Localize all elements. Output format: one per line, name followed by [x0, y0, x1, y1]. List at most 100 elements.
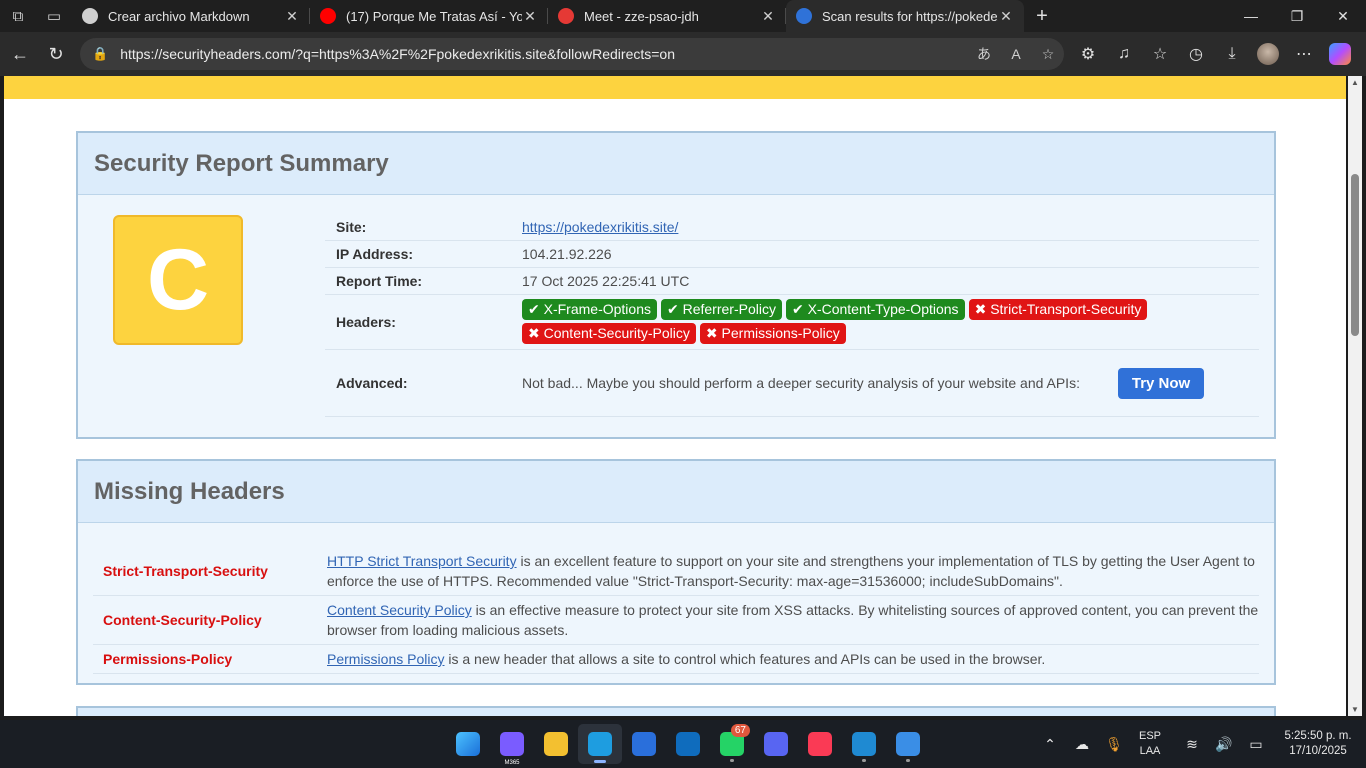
profile-avatar[interactable]: [1257, 43, 1279, 65]
taskbar-whatsapp[interactable]: 67: [710, 724, 754, 764]
cross-icon: ✖: [705, 325, 722, 341]
volume-icon[interactable]: 🔊: [1208, 736, 1240, 753]
taskbar-outlook[interactable]: [666, 724, 710, 764]
tab-strip: ⧉ ▭ Crear archivo Markdown ✕ (17) Porque M…: [0, 0, 1366, 32]
site-info-icon[interactable]: 🔒: [92, 46, 108, 62]
browser-tab[interactable]: Scan results for https://pokedexrikitis.…: [786, 0, 1024, 32]
downloads-icon[interactable]: ⤓: [1214, 36, 1250, 72]
header-doc-link[interactable]: Permissions Policy: [327, 651, 444, 667]
favorites-icon[interactable]: ☆: [1142, 36, 1178, 72]
url-text[interactable]: https://securityheaders.com/?q=https%3A%…: [120, 46, 968, 62]
missing-headers-title: Missing Headers: [78, 461, 1274, 523]
header-present-badge[interactable]: ✔ X-Frame-Options: [522, 299, 657, 320]
scroll-down-icon[interactable]: ▼: [1350, 705, 1360, 714]
next-panel-head: [78, 708, 1274, 716]
tab-title: Crear archivo Markdown: [108, 8, 250, 24]
restore-icon[interactable]: ❐: [1274, 0, 1320, 32]
copilot-icon[interactable]: [1329, 43, 1351, 65]
browser-tab[interactable]: Meet - zze-psao-jdh ✕: [548, 0, 786, 32]
onedrive-icon[interactable]: ☁: [1066, 736, 1098, 753]
workspaces-icon[interactable]: ⧉: [0, 0, 36, 32]
close-window-icon[interactable]: ✕: [1320, 0, 1366, 32]
microphone-icon[interactable]: 🎙: [1098, 736, 1130, 753]
headers-label: Headers:: [336, 314, 396, 330]
header-badge-label: Permissions-Policy: [721, 325, 840, 341]
header-badge-label: X-Frame-Options: [543, 301, 651, 317]
clock-time: 5:25:50 p. m.: [1284, 730, 1352, 742]
header-present-badge[interactable]: ✔ Referrer-Policy: [660, 299, 782, 320]
missing-header-description: Content Security Policy is an effective …: [327, 600, 1259, 640]
address-bar[interactable]: 🔒 https://securityheaders.com/?q=https%3…: [80, 38, 1064, 70]
page-scrollbar[interactable]: ▲ ▼: [1348, 76, 1362, 716]
input-language[interactable]: ESP LAA: [1130, 729, 1170, 759]
site-link[interactable]: https://pokedexrikitis.site/: [522, 219, 678, 235]
history-icon[interactable]: ◷: [1178, 36, 1214, 72]
header-present-badge[interactable]: ✔ X-Content-Type-Options: [785, 299, 965, 320]
youtube-icon: [320, 8, 336, 24]
report-time-value: 17 Oct 2025 22:25:41 UTC: [522, 273, 690, 289]
grade-badge: C: [113, 215, 243, 345]
advanced-label: Advanced:: [336, 375, 408, 391]
wifi-icon[interactable]: ≋: [1176, 736, 1208, 753]
browser-tab[interactable]: Crear archivo Markdown ✕: [72, 0, 310, 32]
header-missing-badge[interactable]: ✖ Permissions-Policy: [699, 323, 846, 344]
start-icon: [456, 732, 480, 756]
ip-value: 104.21.92.226: [522, 246, 612, 262]
minimize-icon[interactable]: —: [1228, 0, 1274, 32]
close-tab-icon[interactable]: ✕: [760, 8, 776, 25]
header-doc-link[interactable]: Content Security Policy: [327, 602, 472, 618]
clock[interactable]: 5:25:50 p. m. 17/10/2025: [1272, 729, 1364, 759]
running-indicator: [730, 759, 734, 762]
browser-tab[interactable]: (17) Porque Me Tratas Así - YouTube✕: [310, 0, 548, 32]
taskbar-edge[interactable]: [578, 724, 622, 764]
meet-icon: [558, 8, 574, 24]
missing-header-row: Strict-Transport-Security HTTP Strict Tra…: [93, 547, 1259, 596]
taskbar-vscode[interactable]: [842, 724, 886, 764]
ip-label: IP Address:: [336, 246, 414, 262]
security-report-summary: Security Report Summary C Site: https://…: [76, 131, 1276, 439]
tab-title: Scan results for https://pokedexrikitis.…: [822, 8, 998, 24]
m365-label: M365: [504, 760, 520, 766]
show-hidden-icons-icon[interactable]: ⌃: [1034, 736, 1066, 753]
close-tab-icon[interactable]: ✕: [522, 8, 538, 25]
clock-date: 17/10/2025: [1289, 745, 1347, 757]
refresh-icon[interactable]: ↻: [38, 36, 74, 72]
media-control-icon[interactable]: ♫: [1106, 36, 1142, 72]
taskbar-file-explorer[interactable]: [534, 724, 578, 764]
scrollbar-thumb[interactable]: [1351, 174, 1359, 336]
close-tab-icon[interactable]: ✕: [284, 8, 300, 25]
lang-top: ESP: [1138, 730, 1161, 742]
header-badge-label: Referrer-Policy: [682, 301, 776, 317]
taskbar-photos[interactable]: [886, 724, 930, 764]
header-badge-label: Strict-Transport-Security: [990, 301, 1142, 317]
taskbar-itunes[interactable]: [798, 724, 842, 764]
back-icon[interactable]: ←: [2, 36, 38, 72]
battery-icon[interactable]: ▭: [1240, 736, 1272, 753]
extensions-icon[interactable]: ⚙: [1070, 36, 1106, 72]
header-doc-link[interactable]: HTTP Strict Transport Security: [327, 553, 517, 569]
favorite-star-icon[interactable]: ☆: [1032, 46, 1064, 63]
taskbar-discord[interactable]: [754, 724, 798, 764]
browser-toolbar: ← ↻ 🔒 https://securityheaders.com/?q=htt…: [0, 32, 1366, 76]
taskbar-start[interactable]: [446, 724, 490, 764]
missing-headers-table: Strict-Transport-Security HTTP Strict Tra…: [93, 547, 1259, 674]
scroll-up-icon[interactable]: ▲: [1350, 78, 1360, 87]
translate-icon[interactable]: あ: [968, 44, 1000, 64]
new-tab-button[interactable]: +: [1024, 5, 1060, 28]
header-badges: ✔ X-Frame-Options ✔ Referrer-Policy ✔ X-Co…: [522, 294, 1259, 350]
vertical-tabs-icon[interactable]: ▭: [36, 0, 72, 32]
missing-header-name: Permissions-Policy: [103, 651, 233, 667]
header-missing-badge[interactable]: ✖ Strict-Transport-Security: [968, 299, 1148, 320]
read-aloud-icon[interactable]: A: [1000, 46, 1032, 62]
site-label: Site:: [336, 219, 367, 235]
microsoft-store-icon: [632, 732, 656, 756]
header-missing-badge[interactable]: ✖ Content-Security-Policy: [522, 323, 696, 344]
taskbar-microsoft-store[interactable]: [622, 724, 666, 764]
chatgpt-icon: [82, 8, 98, 24]
taskbar-m365[interactable]: M365: [490, 724, 534, 766]
more-menu-icon[interactable]: ⋯: [1286, 36, 1322, 72]
header-description-text: is a new header that allows a site to co…: [444, 651, 1046, 667]
close-tab-icon[interactable]: ✕: [998, 8, 1014, 25]
itunes-icon: [808, 732, 832, 756]
try-now-button[interactable]: Try Now: [1117, 367, 1205, 399]
